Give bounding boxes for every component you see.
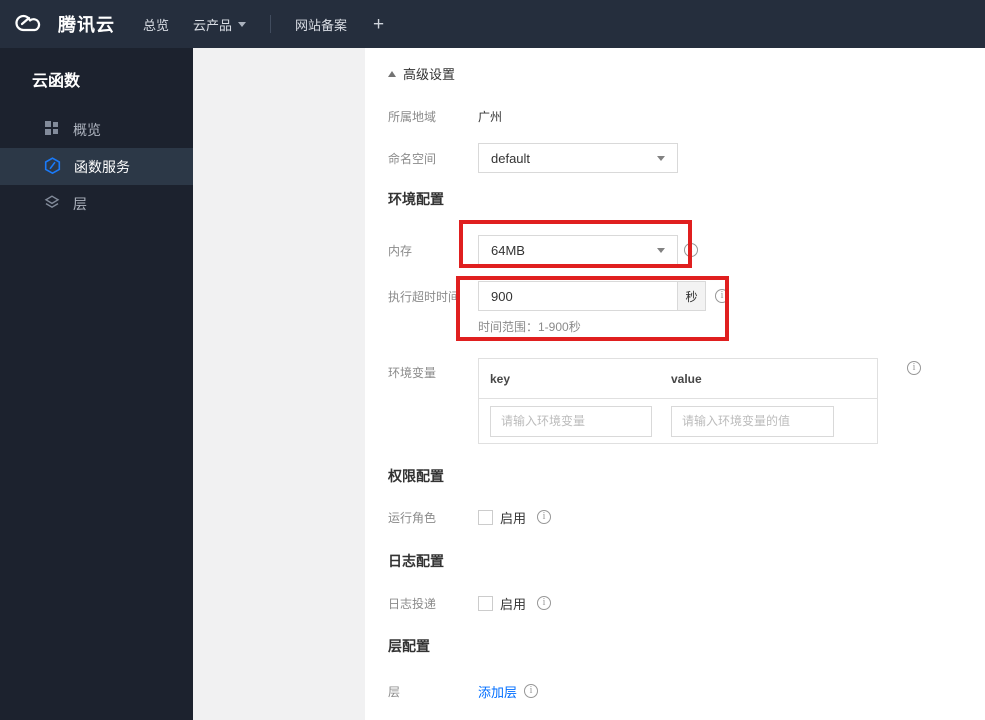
topnav-divider — [270, 15, 272, 33]
section-permission-config: 权限配置 — [388, 468, 444, 484]
chevron-down-icon — [657, 155, 665, 161]
log-enable-checkbox[interactable] — [478, 595, 493, 611]
envvar-label: 环境变量 — [388, 366, 437, 380]
timeout-unit-suffix: 秒 — [678, 281, 706, 311]
timeout-input[interactable] — [478, 281, 678, 311]
sidebar-item-function-service[interactable]: 函数服务 — [0, 148, 193, 185]
envvar-value-input[interactable] — [671, 405, 834, 437]
namespace-label: 命名空间 — [388, 151, 437, 166]
envvar-table: key value — [478, 358, 878, 444]
add-layer-link[interactable]: 添加层 — [478, 682, 517, 701]
grid-icon — [44, 120, 60, 139]
role-row: 运行角色 启用 — [388, 509, 552, 526]
memory-dropdown[interactable]: 64MB — [478, 235, 678, 265]
topnav-item-cloud-products-label: 云产品 — [193, 17, 233, 33]
topnav-item-overview[interactable]: 总览 — [143, 15, 169, 34]
layers-icon — [44, 194, 60, 213]
memory-row: 内存 64MB — [388, 235, 698, 265]
log-label: 日志投递 — [388, 596, 437, 611]
timeout-row: 执行超时时间 秒 — [388, 281, 729, 311]
main-content: 高级设置 所属地域 广州 命名空间 default 环境配置 内存 64MB 执… — [365, 48, 985, 720]
layer-row: 层 添加层 — [388, 682, 539, 701]
namespace-row: 命名空间 default — [388, 143, 678, 173]
topnav-item-cloud-products[interactable]: 云产品 — [193, 15, 247, 34]
chevron-down-icon — [238, 21, 247, 27]
section-env-config: 环境配置 — [388, 191, 444, 207]
advanced-settings-toggle[interactable]: 高级设置 — [388, 64, 455, 83]
add-tab-button[interactable]: + — [373, 15, 384, 34]
timeout-hint: 时间范围：1-900秒 — [478, 320, 581, 334]
layer-label: 层 — [388, 684, 401, 699]
envvar-table-row — [479, 399, 877, 443]
triangle-up-icon — [388, 70, 396, 77]
log-enable-label: 启用 — [500, 596, 527, 612]
chevron-down-icon — [657, 247, 665, 253]
envvar-col-value: value — [671, 371, 702, 386]
envvar-col-key: key — [490, 371, 511, 386]
role-label: 运行角色 — [388, 510, 437, 525]
sidebar-item-layer[interactable]: 层 — [0, 185, 193, 222]
timeout-info-icon[interactable] — [715, 289, 729, 303]
region-row: 所属地域 广州 — [388, 108, 502, 124]
namespace-dropdown[interactable]: default — [478, 143, 678, 173]
role-enable-label: 启用 — [500, 510, 527, 526]
brand-name: 腾讯云 — [58, 15, 115, 35]
secondary-panel — [193, 48, 365, 720]
envvar-table-header: key value — [479, 359, 877, 399]
role-info-icon[interactable] — [537, 510, 552, 524]
top-navigation-bar: 腾讯云 总览 云产品 网站备案 + — [0, 0, 985, 48]
log-info-icon[interactable] — [537, 596, 552, 610]
tencent-cloud-brand[interactable]: 腾讯云 — [0, 9, 115, 40]
sidebar-item-overview[interactable]: 概览 — [0, 111, 193, 148]
sidebar-item-label: 层 — [73, 195, 87, 212]
memory-label: 内存 — [388, 243, 413, 258]
sidebar: 云函数 概览 函数服务 层 — [0, 48, 193, 720]
sidebar-item-label: 函数服务 — [74, 158, 130, 175]
memory-info-icon[interactable] — [684, 243, 698, 257]
topnav-item-icp-filing[interactable]: 网站备案 — [295, 15, 347, 34]
envvar-key-input[interactable] — [490, 405, 652, 437]
advanced-settings-label: 高级设置 — [403, 67, 456, 82]
sidebar-title: 云函数 — [32, 73, 81, 90]
sidebar-item-label: 概览 — [73, 121, 101, 138]
role-enable-checkbox[interactable] — [478, 509, 493, 525]
tencent-cloud-logo-icon — [13, 9, 49, 40]
memory-dropdown-value: 64MB — [491, 242, 525, 258]
envvar-info-icon[interactable] — [907, 361, 921, 375]
section-log-config: 日志配置 — [388, 553, 444, 569]
topnav: 总览 云产品 网站备案 + — [143, 15, 384, 34]
namespace-dropdown-value: default — [491, 150, 531, 166]
section-layer-config: 层配置 — [388, 638, 430, 654]
layer-info-icon[interactable] — [524, 684, 539, 698]
log-row: 日志投递 启用 — [388, 595, 552, 612]
function-hexagon-icon — [44, 156, 61, 177]
timeout-label: 执行超时时间 — [388, 289, 461, 304]
region-label: 所属地域 — [388, 109, 437, 124]
region-value: 广州 — [478, 109, 503, 124]
